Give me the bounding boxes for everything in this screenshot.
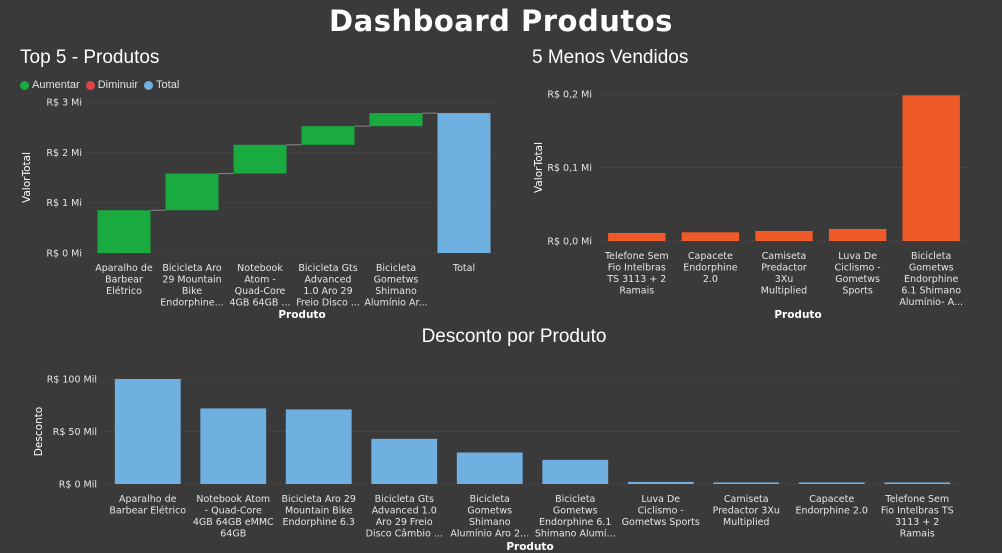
bar-2-6 xyxy=(627,481,694,484)
category-label: Camiseta Predactor 3Xu Multiplied xyxy=(761,251,807,297)
x-axis-label: Produto xyxy=(506,541,553,553)
category-label: Bicicleta Gometws Shimano Alumínio Ar... xyxy=(364,263,427,309)
category-label: Camiseta Predactor 3Xu Multiplied xyxy=(713,494,780,528)
ytick-label: R$ 0 Mil xyxy=(59,480,97,491)
charts-canvas: R$ 0 Mi R$ 1 Mi R$ 2 Mi R$ 3 Mi ValorTotal Ap… xyxy=(21,90,968,553)
bar-2-7 xyxy=(713,482,780,484)
bar-0-0 xyxy=(97,210,151,253)
category-label: Bicicleta Gts Advanced 1.0 Aro 29 Freio Dis… xyxy=(296,263,360,309)
bar-1-0 xyxy=(608,232,666,241)
category-label: Notebook Atom -Quad-Core 4GB 64GB ... xyxy=(230,263,291,309)
bar-1-1 xyxy=(681,232,740,241)
category-label: Capacete Endorphine 2.0 xyxy=(796,494,868,517)
ytick-label: R$ 0,0 Mi xyxy=(547,237,592,248)
bar-2-1 xyxy=(200,408,267,484)
category-label: Aparalho de Barbear Elétrico xyxy=(109,494,186,517)
ytick-label: R$ 100 Mil xyxy=(47,375,97,386)
category-label: Total xyxy=(452,263,475,274)
category-label: Bicicleta Gts Advanced 1.0 Aro 29 Freio Dis… xyxy=(366,494,443,540)
bar-2-5 xyxy=(542,459,609,484)
category-label: Bicicleta Gometws Endorphine 6.1 Shimano Al… xyxy=(535,494,616,540)
category-label: Capacete Endorphine 2.0 xyxy=(683,251,737,285)
bar-2-3 xyxy=(371,438,438,484)
ytick-label: R$ 1 Mi xyxy=(46,198,82,209)
y-axis-label: ValorTotal xyxy=(533,142,545,193)
bar-1-3 xyxy=(828,228,887,241)
category-label: Aparalho de Barbear Elétrico xyxy=(95,263,153,297)
category-label: Bicicleta Gometws Shimano Alumínio Aro 2... xyxy=(450,494,529,540)
category-label: Telefone Sem Fio Intelbras TS 3113 + 2 Rama… xyxy=(881,494,954,540)
bar-0-4 xyxy=(369,113,423,127)
x-axis-label: Produto xyxy=(278,309,325,321)
bar-0-2 xyxy=(233,144,287,174)
ytick-label: R$ 0,1 Mi xyxy=(547,163,592,174)
bar-1-4 xyxy=(902,95,960,241)
x-axis-label: Produto xyxy=(774,309,821,321)
category-label: Notebook Atom - Quad-Core 4GB 64GB eMMC 64G… xyxy=(193,494,274,540)
bar-2-8 xyxy=(798,482,865,484)
ytick-label: R$ 0 Mi xyxy=(46,249,82,260)
category-label: Bicicleta Gometws Endorphine 6.1 Shimano Alu… xyxy=(899,251,963,308)
ytick-label: R$ 3 Mi xyxy=(46,98,82,109)
bar-2-0 xyxy=(114,379,181,484)
ytick-label: R$ 2 Mi xyxy=(46,148,82,159)
bar-2-4 xyxy=(456,452,523,484)
bar-0-1 xyxy=(165,173,219,211)
ytick-label: R$ 50 Mil xyxy=(53,427,97,438)
category-label: Luva De Ciclismo -Gometws Sports xyxy=(622,494,700,528)
category-label: Luva De Ciclismo -Gometws Sports xyxy=(834,251,880,297)
bar-0-3 xyxy=(301,126,355,145)
category-label: Bicicleta Aro 29 Mountain Bike Endorphine … xyxy=(282,494,356,528)
ytick-label: R$ 0,2 Mi xyxy=(547,90,592,101)
bar-2-2 xyxy=(285,409,352,484)
y-axis-label: ValorTotal xyxy=(21,152,33,203)
bar-1-2 xyxy=(755,230,813,241)
bar-2-9 xyxy=(884,482,951,484)
bar-0-5 xyxy=(437,113,491,253)
category-label: Bicicleta Aro 29 Mountain Bike Endorphine..… xyxy=(160,263,223,309)
category-label: Telefone Sem Fio Intelbras TS 3113 + 2 Rama… xyxy=(604,251,669,297)
y-axis-label: Desconto xyxy=(33,407,45,456)
